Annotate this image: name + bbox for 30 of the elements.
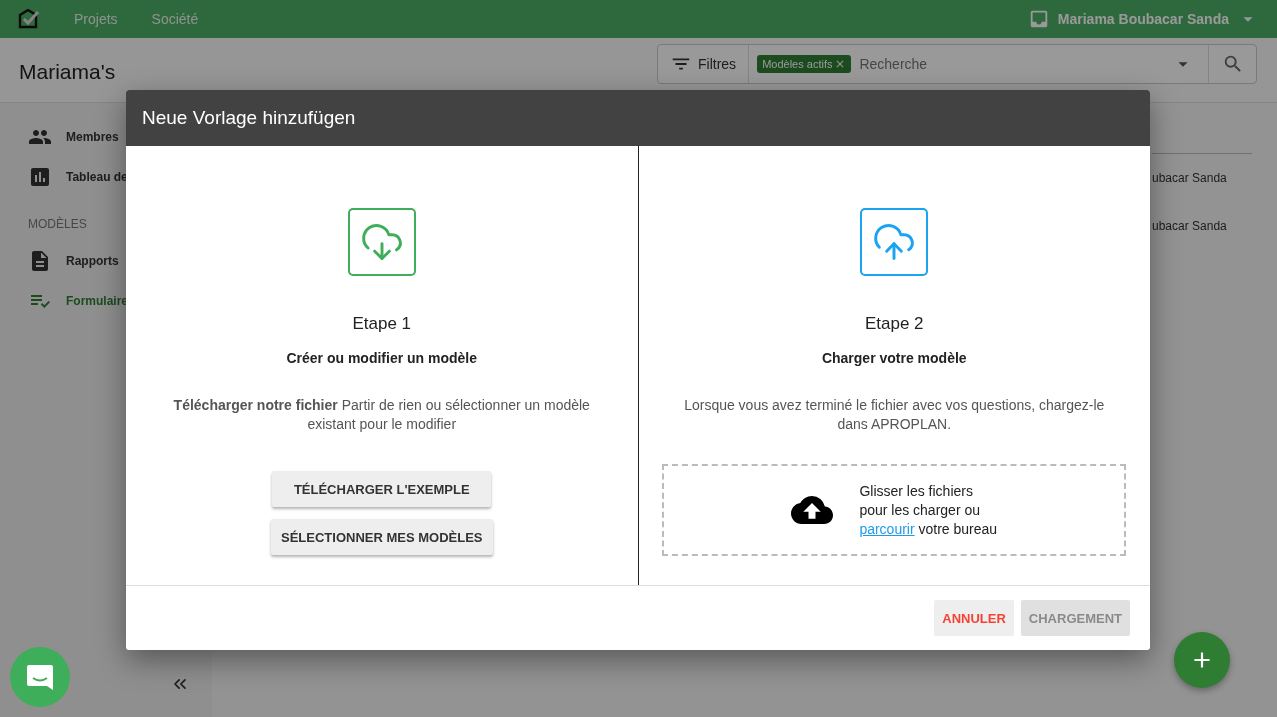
step-title: Etape 1	[352, 314, 412, 334]
nav-link[interactable]: Société	[151, 11, 199, 27]
cloud-upload-icon	[860, 208, 929, 276]
table-cell: ubacar Sanda	[1152, 171, 1227, 185]
filter-chip[interactable]: Modèles actifs	[757, 55, 852, 73]
logo-icon[interactable]	[18, 9, 40, 29]
sidebar-heading: MODÈLES	[27, 215, 88, 233]
step-description: Télécharger notre fichier Partir de rien ou sélectionner un modèle existant pour le modifier	[172, 396, 591, 434]
step-title: Etape 2	[864, 314, 924, 334]
browse-link[interactable]: parcourir	[859, 520, 915, 537]
add-button[interactable]	[1174, 632, 1230, 688]
dropzone[interactable]: Glisser les fichiers pour les charger ou parcourir votre bureau	[662, 464, 1127, 556]
cancel-button[interactable]: ANNULER	[934, 600, 1014, 636]
user-name[interactable]: Mariama Boubacar Sanda	[1057, 11, 1229, 27]
step-button[interactable]: SÉLECTIONNER MES MODÈLES	[271, 519, 493, 555]
chat-icon	[25, 662, 55, 692]
step-description: Lorsque vous avez terminé le fichier avec vos questions, chargez-le dans APROPLAN.	[683, 396, 1106, 434]
filter-button[interactable]: Filtres	[658, 45, 750, 83]
dialog-title: Neue Vorlage hinzufügen	[126, 90, 1150, 146]
table-cell: ubacar Sanda	[1152, 219, 1227, 233]
step-subtitle: Créer ou modifier un modèle	[286, 350, 478, 366]
sidebar-item[interactable]: Rapports	[0, 241, 212, 281]
nav-link[interactable]: Projets	[74, 11, 118, 27]
page-title: Mariama's	[19, 60, 116, 84]
dropzone-text: Glisser les fichiers pour les charger ou parcourir votre bureau	[859, 481, 998, 539]
step-button[interactable]: TÉLÉCHARGER L'EXEMPLE	[272, 471, 492, 507]
step-subtitle: Charger votre modèle	[821, 350, 967, 366]
sidebar-item[interactable]: Formulaire	[0, 281, 212, 321]
bar-chart-icon	[28, 165, 52, 189]
cloud-download-icon	[347, 208, 416, 276]
